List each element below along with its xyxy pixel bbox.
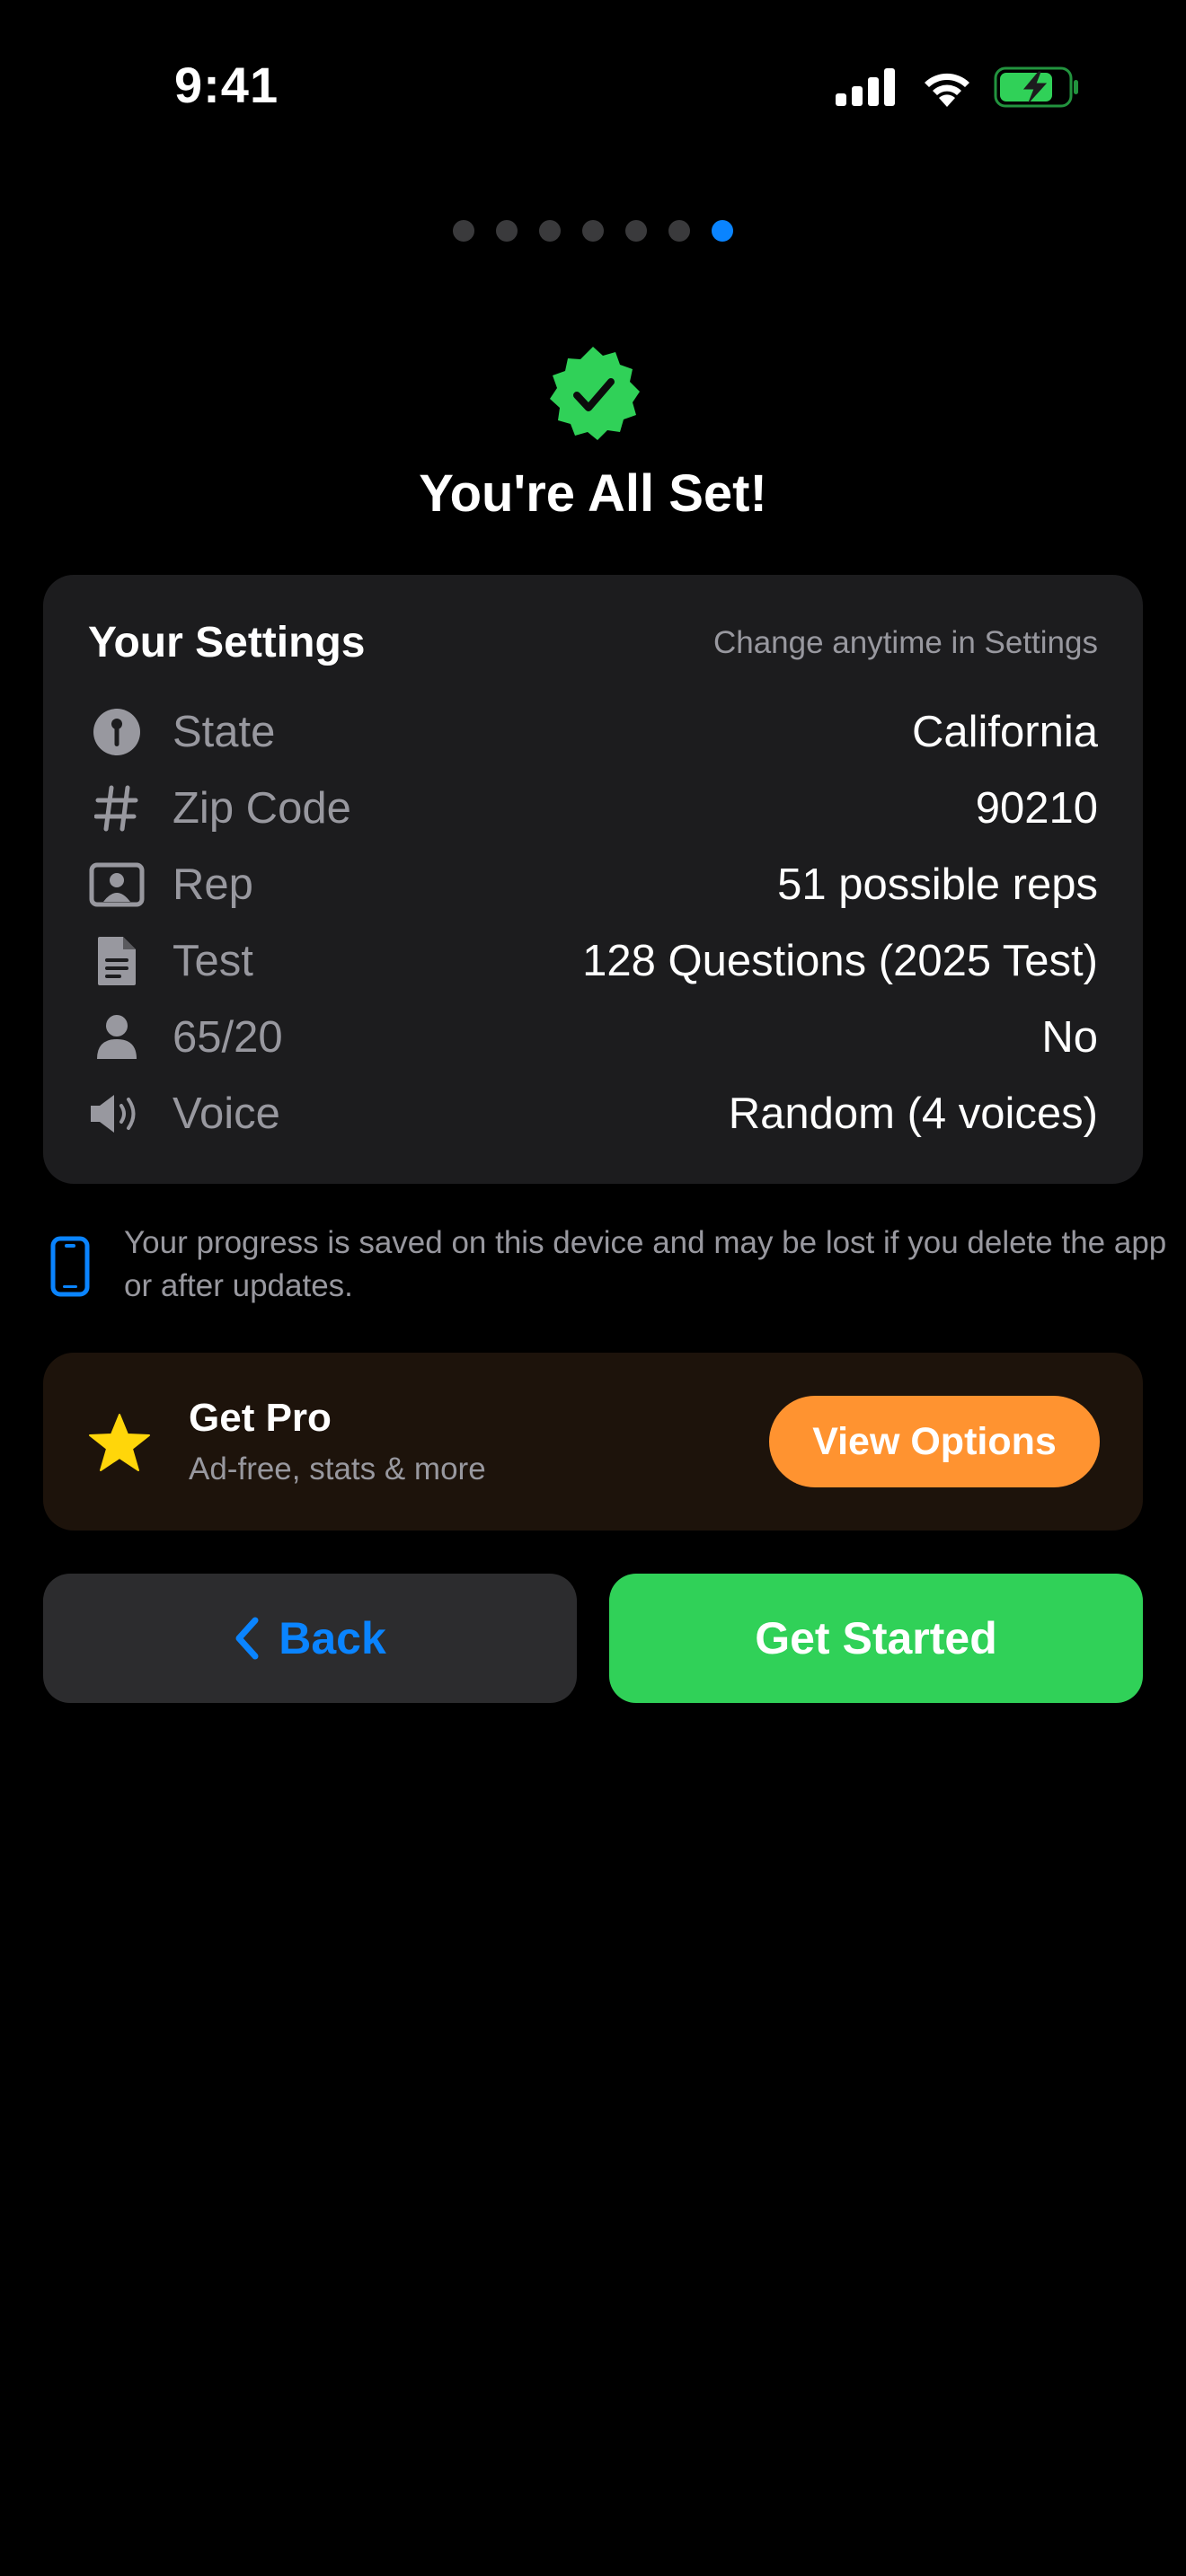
row-value: 51 possible reps — [777, 860, 1098, 909]
page-indicator — [0, 220, 1186, 242]
page-dot-active — [712, 220, 733, 242]
notice-text: Your progress is saved on this device an… — [124, 1225, 1167, 1303]
page-dot — [625, 220, 647, 242]
status-time: 9:41 — [174, 57, 279, 113]
pro-subtitle: Ad-free, stats & more — [189, 1451, 486, 1486]
battery-charging-icon — [994, 66, 1078, 108]
star-icon — [89, 1414, 150, 1471]
get-started-label: Get Started — [755, 1613, 997, 1663]
speaker-icon — [88, 1085, 146, 1142]
settings-row-zip-code: Zip Code 90210 — [88, 777, 1098, 840]
row-value: California — [912, 708, 1098, 756]
pro-title: Get Pro — [189, 1396, 332, 1440]
row-label: Rep — [173, 860, 253, 909]
signal-icon — [836, 68, 895, 106]
settings-row-65-20: 65/20 No — [88, 1006, 1098, 1069]
row-label: 65/20 — [173, 1013, 283, 1062]
back-button[interactable]: Back — [43, 1574, 577, 1703]
page-title: You're All Set! — [419, 464, 767, 523]
card-title: Your Settings — [88, 619, 366, 666]
status-bar: 9:41 — [0, 0, 1186, 171]
settings-row-test: Test 128 Questions (2025 Test) — [88, 930, 1098, 992]
page-dot — [496, 220, 518, 242]
person-card-icon — [88, 856, 146, 913]
row-label: Zip Code — [173, 784, 351, 833]
page-dot — [582, 220, 604, 242]
person-icon — [88, 1009, 146, 1066]
page-dot — [539, 220, 561, 242]
document-icon — [88, 932, 146, 990]
page-dot — [453, 220, 474, 242]
page-dot — [668, 220, 690, 242]
settings-row-state: State California — [88, 701, 1098, 763]
phone-icon — [50, 1236, 90, 1297]
row-value: 128 Questions (2025 Test) — [582, 937, 1098, 985]
status-icons — [836, 65, 1080, 110]
settings-row-rep: Rep 51 possible reps — [88, 853, 1098, 916]
row-value: Random (4 voices) — [728, 1090, 1098, 1138]
check-badge-icon — [550, 347, 640, 440]
row-label: Test — [173, 937, 253, 985]
view-options-button[interactable]: View Options — [769, 1396, 1100, 1487]
get-pro-card: Get Pro Ad-free, stats & more View Optio… — [43, 1353, 1143, 1531]
row-label: Voice — [173, 1090, 280, 1138]
card-hint: Change anytime in Settings — [712, 625, 1098, 660]
hashtag-icon — [88, 780, 146, 837]
row-value: 90210 — [975, 784, 1098, 833]
settings-row-voice: Voice Random (4 voices) — [88, 1082, 1098, 1145]
back-label: Back — [279, 1613, 386, 1663]
get-started-button[interactable]: Get Started — [609, 1574, 1143, 1703]
row-value: No — [1041, 1013, 1098, 1062]
info-pin-icon — [88, 703, 146, 761]
chevron-left-icon — [235, 1617, 259, 1660]
settings-summary-card: Your Settings Change anytime in Settings… — [43, 575, 1143, 1184]
row-label: State — [173, 708, 276, 756]
wifi-icon — [925, 73, 969, 107]
